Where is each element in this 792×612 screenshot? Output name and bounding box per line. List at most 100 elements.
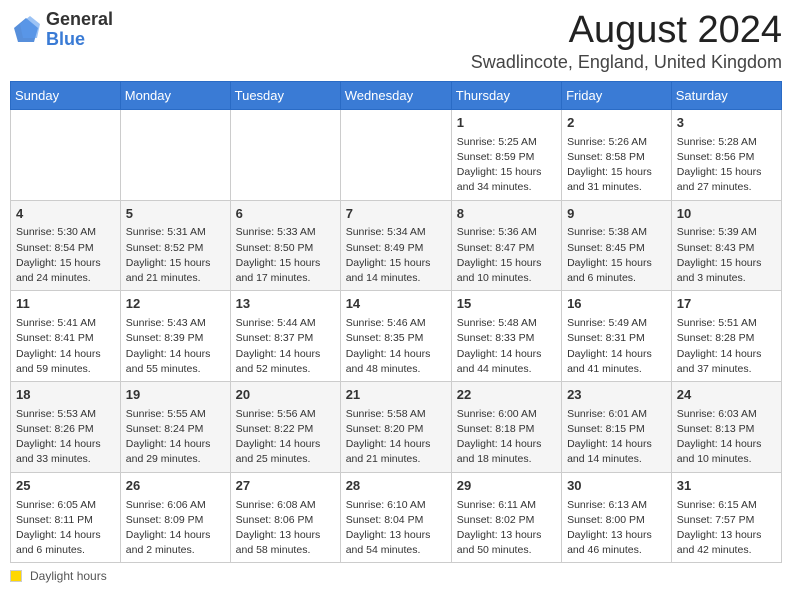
day-number: 18 [16, 386, 115, 405]
calendar-header-tuesday: Tuesday [230, 81, 340, 109]
day-number: 8 [457, 205, 556, 224]
day-number: 28 [346, 477, 446, 496]
day-info: Sunrise: 6:03 AM Sunset: 8:13 PM Dayligh… [677, 407, 776, 468]
calendar-cell: 14 Sunrise: 5:46 AM Sunset: 8:35 PM Dayli… [340, 291, 451, 382]
calendar-cell: 4Sunrise: 5:30 AM Sunset: 8:54 PM Daylig… [11, 200, 121, 291]
day-info: Sunrise: 5:28 AM Sunset: 8:56 PM Dayligh… [677, 135, 776, 196]
calendar-cell: 29 Sunrise: 6:11 AM Sunset: 8:02 PM Dayli… [451, 472, 561, 563]
day-number: 24 [677, 386, 776, 405]
day-number: 4 [16, 205, 115, 224]
logo-icon [10, 14, 42, 46]
day-number: 1 [457, 114, 556, 133]
day-info: Sunrise: 6:15 AM Sunset: 7:57 PM Dayligh… [677, 498, 776, 559]
day-info: Sunrise: 5:58 AM Sunset: 8:20 PM Dayligh… [346, 407, 446, 468]
calendar-header-monday: Monday [120, 81, 230, 109]
day-info: Sunrise: 6:00 AM Sunset: 8:18 PM Dayligh… [457, 407, 556, 468]
day-info: Sunrise: 5:53 AM Sunset: 8:26 PM Dayligh… [16, 407, 115, 468]
calendar-cell: 31Sunrise: 6:15 AM Sunset: 7:57 PM Dayli… [671, 472, 781, 563]
calendar-cell [11, 109, 121, 200]
day-info: Sunrise: 5:38 AM Sunset: 8:45 PM Dayligh… [567, 225, 666, 286]
calendar-week-5: 25 Sunrise: 6:05 AM Sunset: 8:11 PM Dayli… [11, 472, 782, 563]
calendar-cell: 27Sunrise: 6:08 AM Sunset: 8:06 PM Dayli… [230, 472, 340, 563]
day-number: 29 [457, 477, 556, 496]
calendar-cell: 24 Sunrise: 6:03 AM Sunset: 8:13 PM Dayli… [671, 381, 781, 472]
calendar-cell: 5Sunrise: 5:31 AM Sunset: 8:52 PM Daylig… [120, 200, 230, 291]
calendar-week-1: 1 Sunrise: 5:25 AM Sunset: 8:59 PM Daylig… [11, 109, 782, 200]
day-info: Sunrise: 6:10 AM Sunset: 8:04 PM Dayligh… [346, 498, 446, 559]
calendar-cell: 21 Sunrise: 5:58 AM Sunset: 8:20 PM Dayli… [340, 381, 451, 472]
day-info: Sunrise: 6:13 AM Sunset: 8:00 PM Dayligh… [567, 498, 666, 559]
calendar-header-saturday: Saturday [671, 81, 781, 109]
calendar-cell: 12 Sunrise: 5:43 AM Sunset: 8:39 PM Dayli… [120, 291, 230, 382]
day-number: 23 [567, 386, 666, 405]
calendar-cell: 26Sunrise: 6:06 AM Sunset: 8:09 PM Dayli… [120, 472, 230, 563]
day-info: Sunrise: 5:46 AM Sunset: 8:35 PM Dayligh… [346, 316, 446, 377]
calendar-header-wednesday: Wednesday [340, 81, 451, 109]
calendar-cell: 28 Sunrise: 6:10 AM Sunset: 8:04 PM Dayli… [340, 472, 451, 563]
calendar-cell: 22 Sunrise: 6:00 AM Sunset: 8:18 PM Dayli… [451, 381, 561, 472]
calendar-cell: 16Sunrise: 5:49 AM Sunset: 8:31 PM Dayli… [562, 291, 672, 382]
day-info: Sunrise: 5:44 AM Sunset: 8:37 PM Dayligh… [236, 316, 335, 377]
day-info: Sunrise: 5:48 AM Sunset: 8:33 PM Dayligh… [457, 316, 556, 377]
daylight-label: Daylight hours [30, 569, 107, 583]
day-info: Sunrise: 6:06 AM Sunset: 8:09 PM Dayligh… [126, 498, 225, 559]
calendar-cell: 9Sunrise: 5:38 AM Sunset: 8:45 PM Daylig… [562, 200, 672, 291]
day-info: Sunrise: 5:43 AM Sunset: 8:39 PM Dayligh… [126, 316, 225, 377]
daylight-dot [10, 570, 22, 582]
page-header: General Blue August 2024 Swadlincote, En… [10, 10, 782, 73]
day-number: 21 [346, 386, 446, 405]
day-info: Sunrise: 5:36 AM Sunset: 8:47 PM Dayligh… [457, 225, 556, 286]
calendar-cell: 3 Sunrise: 5:28 AM Sunset: 8:56 PM Daylig… [671, 109, 781, 200]
calendar-cell [340, 109, 451, 200]
day-number: 12 [126, 295, 225, 314]
calendar-cell: 1 Sunrise: 5:25 AM Sunset: 8:59 PM Daylig… [451, 109, 561, 200]
calendar-week-4: 18 Sunrise: 5:53 AM Sunset: 8:26 PM Dayli… [11, 381, 782, 472]
day-number: 6 [236, 205, 335, 224]
day-number: 19 [126, 386, 225, 405]
calendar-cell: 30 Sunrise: 6:13 AM Sunset: 8:00 PM Dayli… [562, 472, 672, 563]
calendar-table: SundayMondayTuesdayWednesdayThursdayFrid… [10, 81, 782, 564]
day-number: 3 [677, 114, 776, 133]
day-info: Sunrise: 6:05 AM Sunset: 8:11 PM Dayligh… [16, 498, 115, 559]
logo-text: General Blue [46, 10, 113, 50]
day-info: Sunrise: 5:49 AM Sunset: 8:31 PM Dayligh… [567, 316, 666, 377]
day-info: Sunrise: 5:25 AM Sunset: 8:59 PM Dayligh… [457, 135, 556, 196]
day-info: Sunrise: 5:41 AM Sunset: 8:41 PM Dayligh… [16, 316, 115, 377]
day-info: Sunrise: 5:26 AM Sunset: 8:58 PM Dayligh… [567, 135, 666, 196]
day-info: Sunrise: 5:51 AM Sunset: 8:28 PM Dayligh… [677, 316, 776, 377]
day-info: Sunrise: 5:31 AM Sunset: 8:52 PM Dayligh… [126, 225, 225, 286]
calendar-cell: 8Sunrise: 5:36 AM Sunset: 8:47 PM Daylig… [451, 200, 561, 291]
day-info: Sunrise: 5:56 AM Sunset: 8:22 PM Dayligh… [236, 407, 335, 468]
calendar-header-friday: Friday [562, 81, 672, 109]
day-number: 14 [346, 295, 446, 314]
day-info: Sunrise: 6:01 AM Sunset: 8:15 PM Dayligh… [567, 407, 666, 468]
day-number: 9 [567, 205, 666, 224]
calendar-header-sunday: Sunday [11, 81, 121, 109]
calendar-cell: 18 Sunrise: 5:53 AM Sunset: 8:26 PM Dayli… [11, 381, 121, 472]
subtitle: Swadlincote, England, United Kingdom [471, 52, 782, 73]
calendar-header-row: SundayMondayTuesdayWednesdayThursdayFrid… [11, 81, 782, 109]
calendar-cell [120, 109, 230, 200]
main-title: August 2024 [471, 10, 782, 52]
day-number: 30 [567, 477, 666, 496]
day-info: Sunrise: 6:08 AM Sunset: 8:06 PM Dayligh… [236, 498, 335, 559]
footer-note: Daylight hours [10, 569, 782, 583]
day-number: 17 [677, 295, 776, 314]
calendar-cell: 11 Sunrise: 5:41 AM Sunset: 8:41 PM Dayli… [11, 291, 121, 382]
calendar-cell: 13Sunrise: 5:44 AM Sunset: 8:37 PM Dayli… [230, 291, 340, 382]
calendar-week-3: 11 Sunrise: 5:41 AM Sunset: 8:41 PM Dayli… [11, 291, 782, 382]
day-number: 22 [457, 386, 556, 405]
day-number: 5 [126, 205, 225, 224]
day-number: 11 [16, 295, 115, 314]
day-info: Sunrise: 5:34 AM Sunset: 8:49 PM Dayligh… [346, 225, 446, 286]
day-info: Sunrise: 6:11 AM Sunset: 8:02 PM Dayligh… [457, 498, 556, 559]
logo: General Blue [10, 10, 113, 50]
day-info: Sunrise: 5:33 AM Sunset: 8:50 PM Dayligh… [236, 225, 335, 286]
calendar-cell: 10Sunrise: 5:39 AM Sunset: 8:43 PM Dayli… [671, 200, 781, 291]
title-block: August 2024 Swadlincote, England, United… [471, 10, 782, 73]
calendar-header-thursday: Thursday [451, 81, 561, 109]
calendar-cell: 7Sunrise: 5:34 AM Sunset: 8:49 PM Daylig… [340, 200, 451, 291]
day-number: 25 [16, 477, 115, 496]
day-number: 2 [567, 114, 666, 133]
day-number: 20 [236, 386, 335, 405]
